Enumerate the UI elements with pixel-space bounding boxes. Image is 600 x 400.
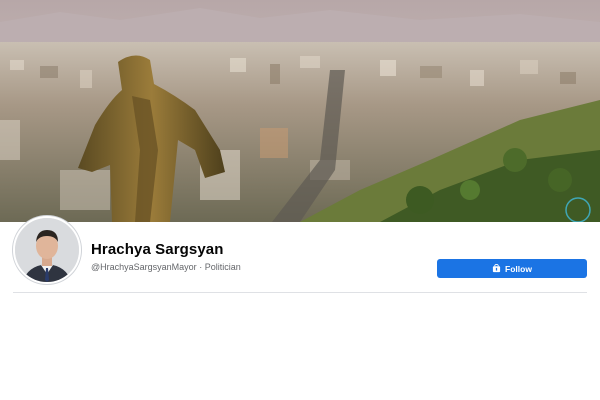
follow-icon — [492, 264, 501, 273]
follow-button-label: Follow — [505, 263, 532, 274]
profile-subline: @HrachyaSargsyanMayor · Politician — [91, 262, 241, 272]
profile-avatar[interactable] — [13, 216, 81, 284]
profile-handle: @HrachyaSargsyanMayor — [91, 262, 197, 272]
header-divider — [13, 292, 587, 293]
follow-button[interactable]: Follow — [437, 259, 587, 278]
cover-photo[interactable] — [0, 0, 600, 222]
profile-category: Politician — [204, 262, 241, 272]
subline-separator: · — [196, 262, 205, 272]
profile-name: Hrachya Sargsyan — [91, 241, 224, 258]
